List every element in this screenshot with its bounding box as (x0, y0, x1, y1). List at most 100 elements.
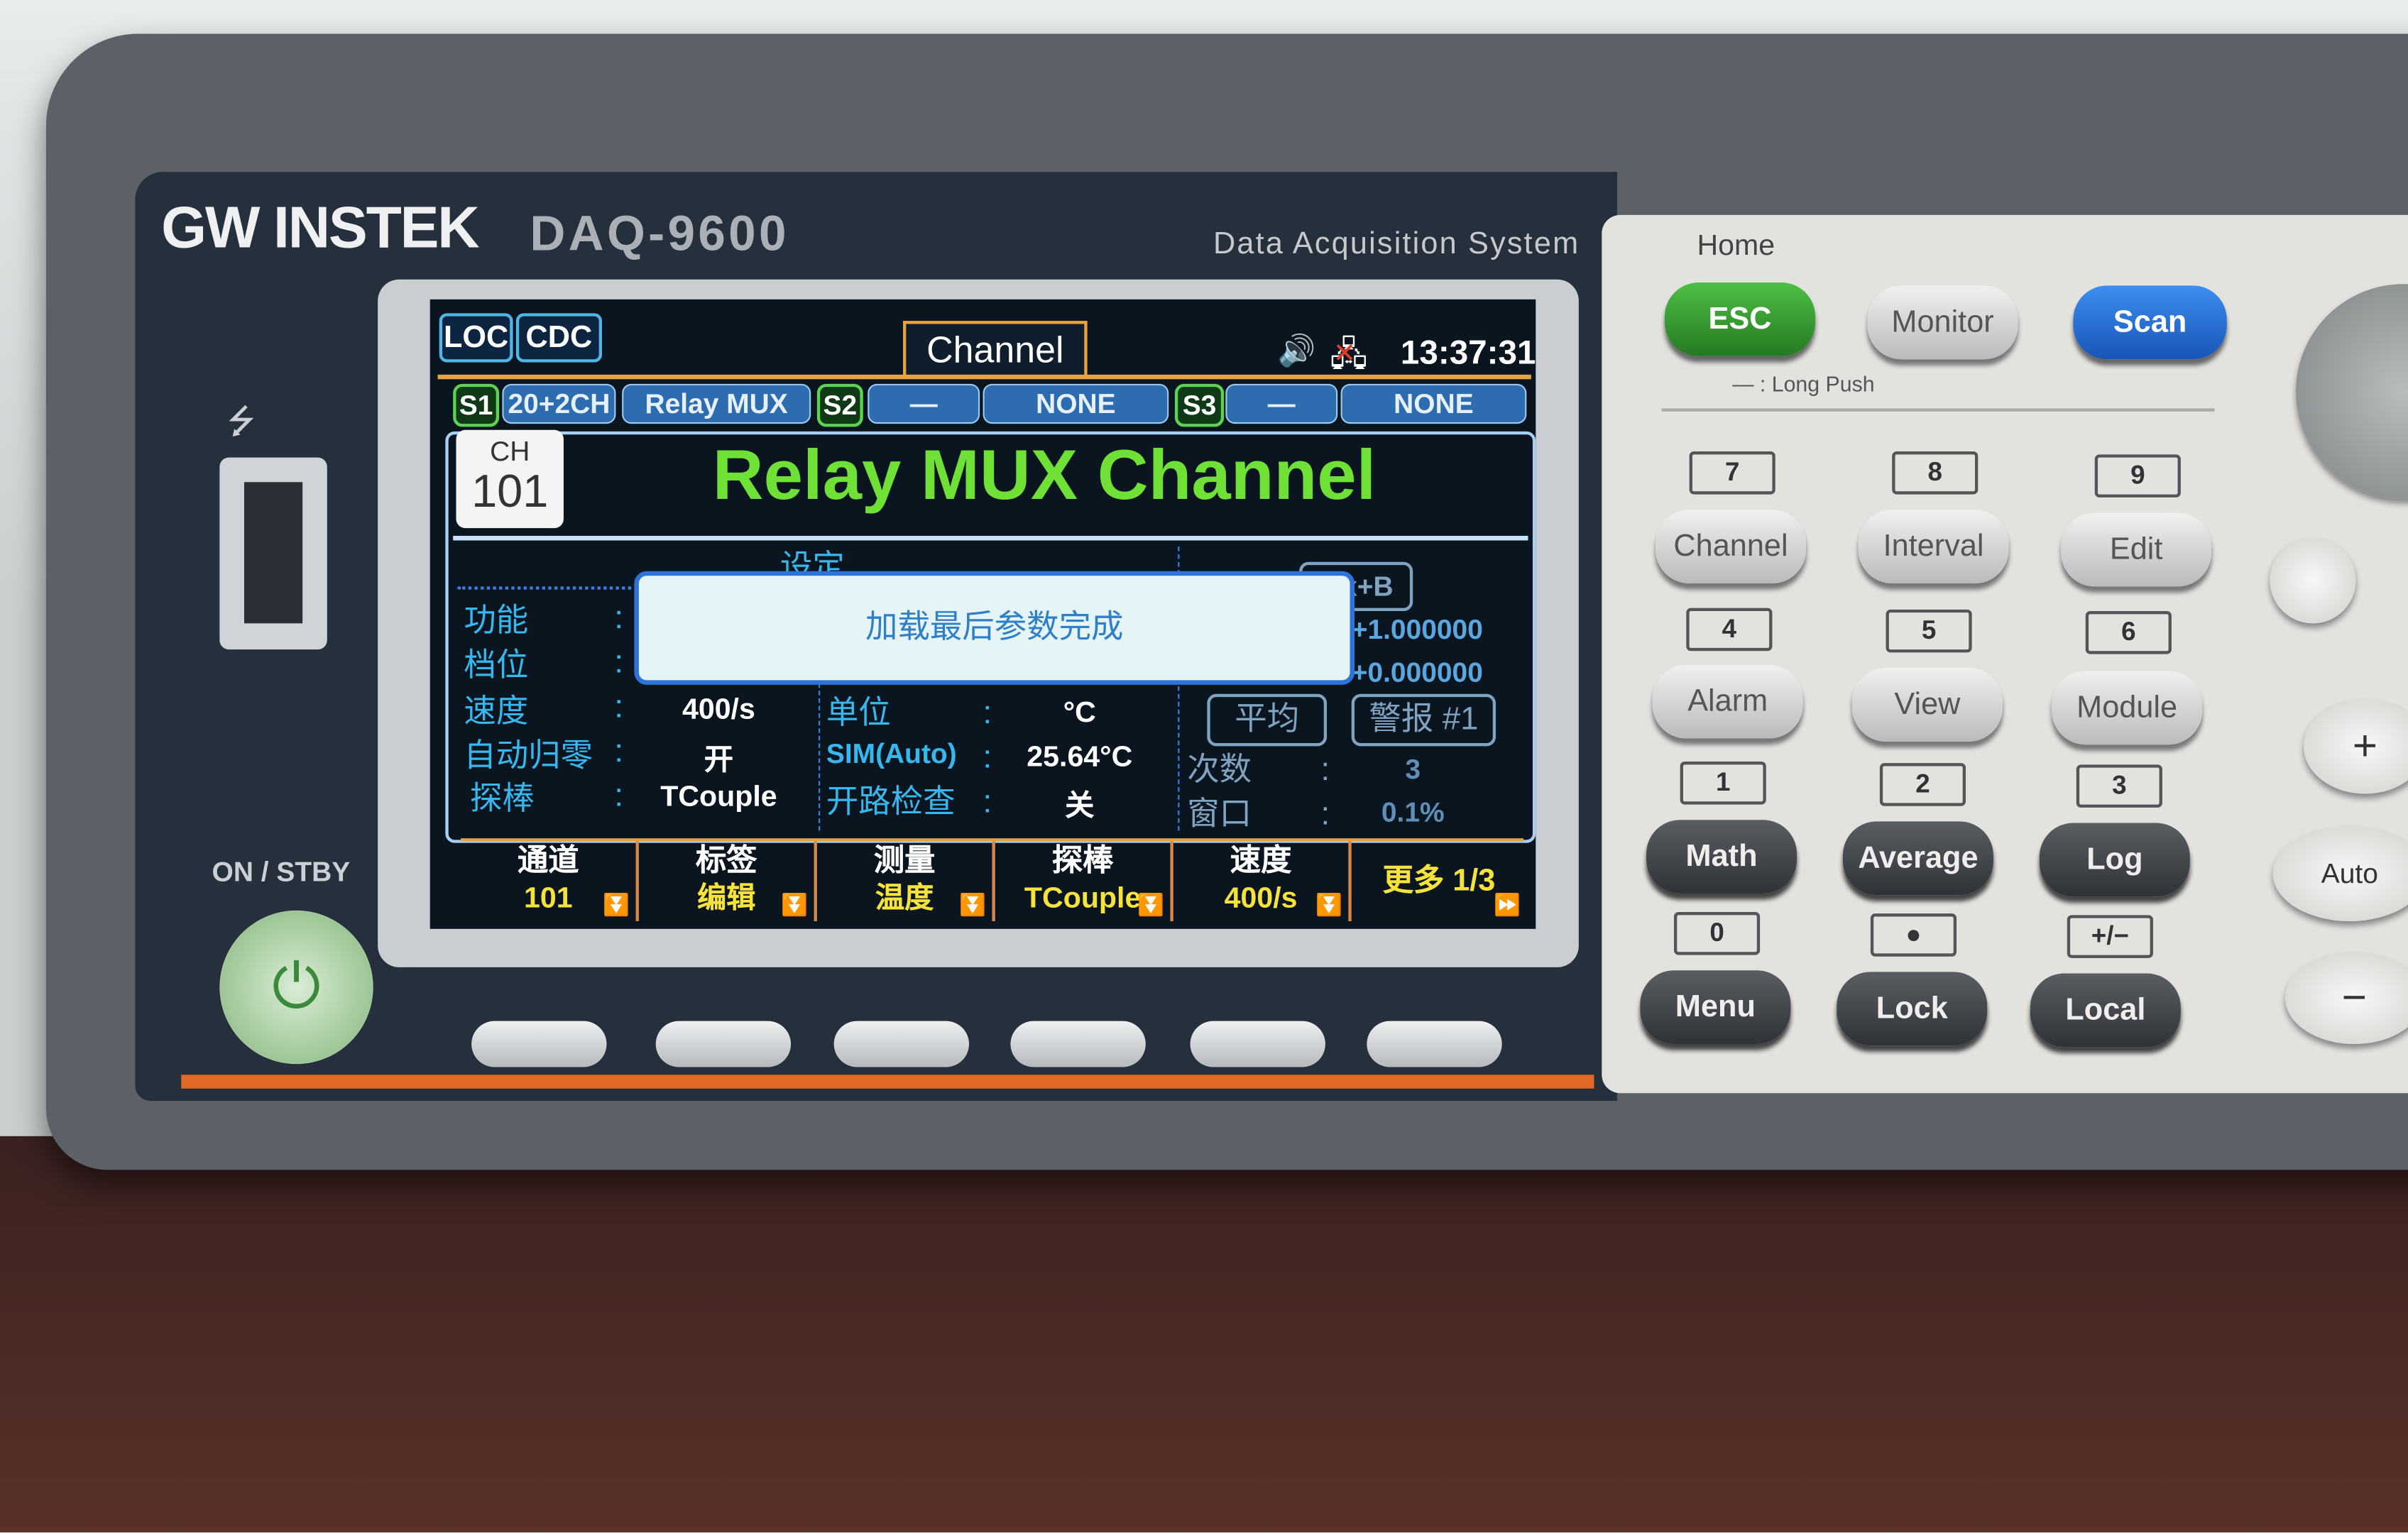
slot-3-id: S3 (1174, 383, 1225, 427)
channel-title: Relay MUX Channel (712, 434, 1377, 515)
message-dialog: 加载最后参数完成 (634, 571, 1355, 685)
num-label: ● (1870, 913, 1957, 957)
usb-port[interactable] (219, 457, 327, 650)
chevron-down-icon: ⏬ (959, 891, 986, 917)
speaker-icon: 🔊 (1277, 334, 1316, 369)
num-label: 3 (2076, 764, 2162, 808)
alarm-badge: 警报 #1 (1351, 693, 1496, 747)
label-function: 功能 (464, 603, 529, 639)
value-sim: 25.64°C (1027, 741, 1133, 774)
round-button[interactable] (2270, 537, 2356, 624)
ch-number: 101 (471, 466, 549, 518)
value-unit: °C (1063, 697, 1096, 730)
softkey-5[interactable] (1190, 1021, 1325, 1067)
average-badge: 平均 (1207, 693, 1328, 747)
value-open-check: 关 (1065, 791, 1095, 823)
label-speed: 速度 (464, 693, 529, 730)
power-icon: ⏻ (272, 953, 321, 1021)
softmenu-label-edit[interactable]: 标签 编辑 ⏬ (639, 841, 817, 921)
mxb-b-value: +0.000000 (1351, 656, 1483, 688)
colons: ::: (983, 695, 992, 820)
power-button[interactable]: ⏻ (219, 910, 373, 1065)
num-label: 8 (1892, 451, 1979, 495)
softmenu-probe[interactable]: 探棒 TCouple ⏬ (995, 841, 1173, 921)
num-label: +/− (2067, 915, 2153, 958)
softmenu-measure[interactable]: 测量 温度 ⏬ (817, 841, 995, 921)
label-probe: 探棒 (469, 781, 535, 817)
slot-1-id: S1 (453, 383, 500, 427)
softkey-4[interactable] (1010, 1021, 1146, 1067)
lock-key[interactable]: Lock (1837, 972, 1988, 1046)
menu-key[interactable]: Menu (1640, 970, 1791, 1045)
softmenu-label: 测量 (873, 844, 936, 879)
label-range: 档位 (464, 647, 529, 683)
value-speed: 400/s (682, 693, 755, 727)
desk (0, 1136, 2408, 1532)
device-subtitle: Data Acquisition System (1213, 227, 1580, 261)
slot-1-card: Relay MUX (622, 383, 811, 424)
alarm-key[interactable]: Alarm (1652, 664, 1803, 739)
softmenu-channel[interactable]: 通道 101 ⏬ (461, 841, 639, 921)
cdc-badge: CDC (515, 313, 603, 363)
channel-key[interactable]: Channel (1656, 510, 1807, 584)
label-unit: 单位 (826, 695, 891, 731)
ch-label: CH (490, 436, 530, 467)
math-key[interactable]: Math (1646, 820, 1797, 894)
usb-icon: ⭍ (227, 402, 256, 441)
view-key[interactable]: View (1851, 668, 2003, 742)
monitor-button[interactable]: Monitor (1867, 285, 2018, 360)
num-label: 1 (1680, 761, 1766, 805)
label-sim: SIM(Auto) (826, 738, 957, 769)
softkey-3[interactable] (833, 1021, 970, 1067)
slot-3-card: NONE (1340, 383, 1527, 424)
clock: 13:37:31 (1400, 333, 1536, 372)
home-label: Home (1697, 230, 1775, 263)
slot-2-id: S2 (816, 383, 863, 427)
softkey-2[interactable] (655, 1021, 792, 1067)
scan-button[interactable]: Scan (2073, 285, 2227, 360)
photo-stage: GW INSTEK DAQ-9600 Data Acquisition Syst… (0, 0, 2408, 1532)
label-autozero: 自动归零 (464, 738, 593, 774)
status-divider (437, 374, 1531, 380)
model-name: DAQ-9600 (530, 205, 789, 261)
loc-badge: LOC (439, 313, 513, 363)
softmenu-label: 通道 (518, 844, 579, 879)
average-key[interactable]: Average (1842, 821, 1993, 896)
num-label: 5 (1886, 609, 1972, 653)
slot-1-type: 20+2CH (502, 383, 616, 424)
slot-2-card: NONE (983, 383, 1169, 424)
interval-key[interactable]: Interval (1858, 510, 2009, 584)
mxb-m-value: +1.000000 (1351, 614, 1483, 645)
softmenu-label: 速度 (1230, 844, 1292, 879)
module-key[interactable]: Module (2052, 671, 2203, 745)
softkey-menu: 通道 101 ⏬ 标签 编辑 ⏬ 测量 温度 ⏬ 探棒 TCouple ⏬ 速度 400/s ⏬ 更… (460, 838, 1523, 924)
softmenu-more[interactable]: 更多 1/3 ⏩ (1352, 841, 1527, 921)
label-window: 窗口 (1187, 796, 1252, 833)
softkey-6[interactable] (1367, 1021, 1502, 1067)
value-probe: TCouple (660, 781, 777, 814)
num-label: 7 (1689, 451, 1775, 495)
num-label: 4 (1686, 608, 1773, 652)
num-label: 2 (1879, 763, 1966, 806)
local-key[interactable]: Local (2030, 973, 2181, 1048)
tab-channel[interactable]: Channel (903, 321, 1088, 377)
softmenu-speed[interactable]: 速度 400/s ⏬ (1173, 841, 1352, 921)
num-label: 9 (2094, 454, 2181, 498)
softmenu-label: 标签 (695, 844, 757, 879)
power-label: ON / STBY (212, 857, 351, 888)
divider (457, 586, 642, 590)
log-key[interactable]: Log (2039, 823, 2190, 897)
softkey-1[interactable] (471, 1021, 607, 1067)
label-count: 次数 (1187, 752, 1252, 788)
double-chevron-right-icon: ⏩ (1493, 891, 1521, 917)
slot-2-type: — (868, 383, 980, 424)
divider (1661, 408, 2215, 412)
edit-key[interactable]: Edit (2061, 512, 2212, 587)
chevron-down-icon: ⏬ (1137, 891, 1164, 917)
divider (819, 683, 821, 831)
chevron-down-icon: ⏬ (1315, 891, 1342, 917)
esc-button[interactable]: ESC (1665, 282, 1816, 356)
channel-number-box: CH 101 (456, 429, 564, 529)
orange-stripe (181, 1075, 1594, 1089)
title-divider (453, 535, 1528, 541)
